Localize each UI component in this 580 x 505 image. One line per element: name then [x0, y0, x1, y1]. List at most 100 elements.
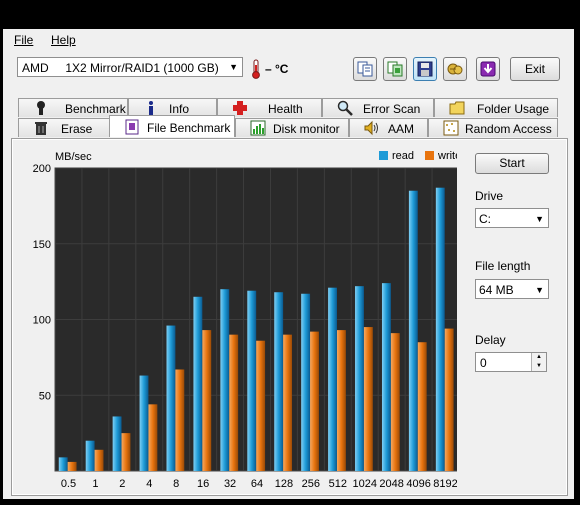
- bar-write: [444, 328, 454, 471]
- temperature-readout: – °C: [265, 62, 289, 76]
- y-tick-label: 150: [33, 239, 51, 251]
- trash-icon: [35, 122, 47, 135]
- chevron-down-icon: ▼: [535, 285, 544, 295]
- thermometer-icon: [252, 59, 260, 79]
- tab-file-benchmark-label: File Benchmark: [147, 121, 231, 135]
- bar-read: [58, 457, 68, 471]
- disk-monitor-icon: [250, 120, 266, 136]
- speaker-icon: [364, 120, 378, 136]
- health-options-button[interactable]: [443, 57, 467, 81]
- tab-erase[interactable]: Erase: [18, 118, 112, 137]
- copy-screenshot-icon: [387, 61, 403, 77]
- app-window: File Help AMD 1X2 Mirror/RAID1 (1000 GB)…: [3, 29, 574, 499]
- bar-read: [408, 190, 418, 471]
- save-button[interactable]: [413, 57, 437, 81]
- x-tick-label: 64: [251, 478, 263, 490]
- error-scan-icon: [337, 100, 353, 116]
- bar-write: [202, 330, 212, 471]
- bar-write: [283, 334, 293, 471]
- drive-select-value: AMD 1X2 Mirror/RAID1 (1000 GB): [22, 61, 219, 75]
- start-button[interactable]: Start: [475, 153, 549, 174]
- x-tick-label: 512: [329, 478, 347, 490]
- tab-disk-monitor-label: Disk monitor: [273, 122, 340, 136]
- bar-read: [301, 293, 311, 471]
- bar-read: [220, 289, 230, 471]
- bar-write: [94, 449, 104, 471]
- menu-help-label: Help: [51, 33, 76, 47]
- y-tick-label: 100: [33, 315, 51, 327]
- tab-folder-usage[interactable]: Folder Usage: [434, 98, 558, 117]
- file-benchmark-panel: 50 100 150 200 0.5 1 2 4 8 16 32 64 128 256 512 1024 204…: [11, 138, 568, 496]
- benchmark-chart: 50 100 150 200 0.5 1 2 4 8 16 32 64 128 256 512 1024 204…: [17, 141, 462, 491]
- copy-icon: [357, 61, 373, 77]
- drive-combo[interactable]: C: ▼: [475, 208, 549, 228]
- drive-select[interactable]: AMD 1X2 Mirror/RAID1 (1000 GB) ▼: [17, 57, 243, 77]
- copy-button[interactable]: [353, 57, 377, 81]
- tab-aam[interactable]: AAM: [349, 118, 428, 137]
- legend-label-read: read: [392, 150, 414, 162]
- exit-button[interactable]: Exit: [510, 57, 560, 81]
- tab-health-label: Health: [268, 102, 303, 116]
- tab-disk-monitor[interactable]: Disk monitor: [235, 118, 349, 137]
- legend-swatch-write: [425, 151, 434, 160]
- chevron-down-icon: ▼: [229, 62, 238, 72]
- menu-file-label: File: [14, 33, 34, 47]
- y-tick-label: 200: [33, 163, 51, 175]
- tab-info-label: Info: [169, 102, 190, 116]
- delay-label: Delay: [475, 333, 506, 347]
- tab-error-scan[interactable]: Error Scan: [322, 98, 434, 117]
- health-options-icon: [447, 63, 463, 75]
- spinner-down-icon[interactable]: ▼: [531, 362, 546, 371]
- tab-random-access-label: Random Access: [465, 122, 552, 136]
- x-tick-label: 0.5: [61, 478, 76, 490]
- benchmark-icon: [37, 101, 45, 115]
- x-tick-label: 4: [146, 478, 152, 490]
- x-tick-label: 2048: [379, 478, 403, 490]
- download-button[interactable]: [476, 57, 500, 81]
- x-tick-label: 32: [224, 478, 236, 490]
- tab-benchmark-label: Benchmark: [65, 102, 126, 116]
- copy-screenshot-button[interactable]: [383, 57, 407, 81]
- bar-write: [363, 327, 373, 471]
- bar-write: [336, 330, 346, 471]
- health-icon: [233, 101, 247, 115]
- folder-icon: [449, 101, 465, 115]
- file-length-label: File length: [475, 259, 531, 273]
- bar-read: [247, 290, 257, 471]
- file-benchmark-icon: [125, 119, 139, 135]
- tab-error-scan-label: Error Scan: [363, 102, 421, 116]
- menu-bar: File Help: [3, 29, 574, 51]
- bar-write: [310, 331, 319, 471]
- file-length-combo-value: 64 MB: [479, 283, 514, 297]
- menu-file[interactable]: File: [14, 33, 33, 47]
- delay-spinner[interactable]: 0 ▲ ▼: [475, 352, 547, 372]
- bar-write: [256, 340, 266, 471]
- x-tick-label: 128: [275, 478, 293, 490]
- x-tick-label: 1: [92, 478, 98, 490]
- x-tick-label: 1024: [352, 478, 376, 490]
- bar-read: [193, 296, 203, 471]
- file-length-combo[interactable]: 64 MB ▼: [475, 279, 549, 299]
- tab-file-benchmark[interactable]: File Benchmark: [109, 115, 235, 137]
- legend-label-write: write: [437, 150, 457, 162]
- bar-read: [328, 287, 337, 471]
- menu-help[interactable]: Help: [51, 33, 76, 47]
- download-icon: [480, 61, 496, 77]
- drive-combo-value: C:: [479, 212, 491, 226]
- x-tick-label: 8192: [433, 478, 457, 490]
- bar-write: [121, 433, 131, 471]
- legend-swatch-read: [379, 151, 388, 160]
- bar-write: [67, 461, 77, 471]
- tab-erase-label: Erase: [61, 122, 93, 136]
- bar-write: [229, 334, 239, 471]
- delay-value: 0: [480, 356, 487, 370]
- x-tick-label: 256: [302, 478, 320, 490]
- tab-random-access[interactable]: Random Access: [428, 118, 558, 137]
- bar-read: [274, 292, 284, 471]
- x-tick-label: 2: [119, 478, 125, 490]
- bar-read: [139, 375, 149, 471]
- drive-label: Drive: [475, 189, 504, 203]
- bar-write: [417, 342, 427, 471]
- bar-read: [85, 440, 95, 471]
- bar-read: [355, 286, 364, 471]
